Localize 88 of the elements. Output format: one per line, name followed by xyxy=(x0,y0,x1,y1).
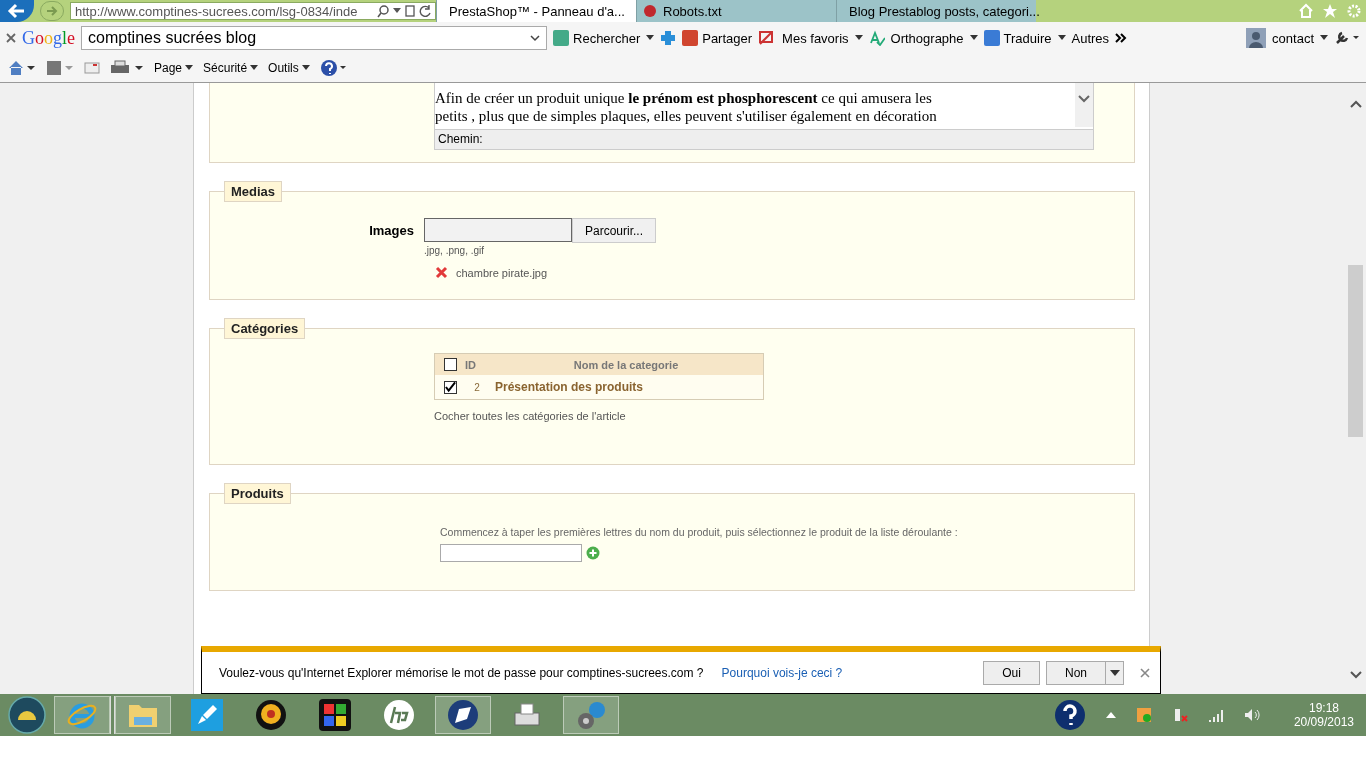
caret-icon[interactable] xyxy=(393,8,401,14)
field-label: Images xyxy=(368,222,414,240)
start-button[interactable] xyxy=(8,696,46,734)
category-checkbox[interactable] xyxy=(443,380,457,394)
column-header: Nom de la categorie xyxy=(572,358,680,371)
taskbar-app[interactable] xyxy=(435,696,491,734)
delete-icon[interactable] xyxy=(435,266,448,279)
help-text: Commencez à taper les premières lettres du nom du produit, puis sélectionnez le produit de la liste déroulante : xyxy=(440,526,959,538)
section-legend: Catégories xyxy=(224,318,306,339)
scroll-down-icon[interactable] xyxy=(1348,670,1363,680)
menu-button[interactable]: Outils xyxy=(268,61,299,75)
browser-tab[interactable]: PrestaShop™ - Panneau d'a... xyxy=(436,0,636,22)
no-button[interactable]: Non xyxy=(1046,660,1106,685)
section-legend: Produits xyxy=(224,483,291,504)
select-all-checkbox[interactable] xyxy=(443,358,457,371)
caret-icon[interactable] xyxy=(854,35,863,41)
path-bar: Chemin: xyxy=(435,129,1093,149)
chevron-down-icon[interactable] xyxy=(530,34,540,42)
add-icon[interactable] xyxy=(586,546,600,560)
spelling-button[interactable]: Orthographe xyxy=(890,30,964,46)
close-icon[interactable] xyxy=(1140,667,1150,678)
column-header: ID xyxy=(465,358,477,371)
chevrons-icon xyxy=(1115,33,1128,43)
caret-icon[interactable] xyxy=(1057,35,1066,41)
table-cell-text: 2 xyxy=(473,381,481,393)
arrow-right-icon xyxy=(45,4,59,18)
translate-button[interactable]: Traduire xyxy=(983,30,1052,46)
clock-time[interactable]: 19:18 xyxy=(1308,701,1339,715)
print-icon[interactable] xyxy=(110,60,144,76)
yes-button[interactable]: Oui xyxy=(983,660,1040,685)
notification-message: Voulez-vous qu'Internet Explorer mémorise le mot de passe pour comptines-sucrees.com ? xyxy=(219,665,704,680)
help-icon[interactable] xyxy=(1053,699,1086,731)
film-reel-icon xyxy=(575,699,607,731)
caret-icon[interactable] xyxy=(185,65,194,71)
browse-button[interactable]: Parcourir... xyxy=(572,218,657,243)
product-search-field[interactable] xyxy=(440,544,582,562)
signal-icon[interactable] xyxy=(1207,708,1224,722)
browser-tab[interactable]: Robots.txt xyxy=(636,0,836,22)
menu-button[interactable]: Sécurité xyxy=(203,61,248,75)
scroll-up-icon[interactable] xyxy=(1348,99,1363,109)
back-button[interactable] xyxy=(0,0,34,22)
dropdown-button[interactable] xyxy=(1106,660,1124,685)
google-logo: Google xyxy=(22,27,75,49)
scrollbar[interactable] xyxy=(1075,83,1093,127)
caret-icon[interactable] xyxy=(969,35,978,41)
home-icon[interactable] xyxy=(8,60,36,76)
search-field[interactable]: comptines sucrées blog xyxy=(81,26,547,50)
account-button[interactable]: contact xyxy=(1272,30,1314,46)
plus-icon[interactable] xyxy=(660,30,677,46)
help-text: Cocher toutes les catégories de l'article xyxy=(434,410,627,424)
search-icon[interactable] xyxy=(377,4,389,18)
help-icon[interactable] xyxy=(319,59,348,77)
favorites-button[interactable]: Mes favoris xyxy=(782,30,849,46)
share-button[interactable]: Partager xyxy=(682,30,753,46)
scroll-down-icon[interactable] xyxy=(1078,95,1090,103)
webcam-icon xyxy=(255,699,287,731)
editor-text[interactable]: petits , plus que de simples plaques, elles peuvent s'utiliser également en décoration xyxy=(435,107,1071,125)
avatar-icon[interactable] xyxy=(1246,28,1267,48)
star-icon[interactable] xyxy=(1322,3,1338,19)
table-cell-text: Présentation des produits xyxy=(494,380,644,394)
spellcheck-icon[interactable] xyxy=(868,30,885,46)
caret-icon xyxy=(1109,669,1120,676)
hp-logo xyxy=(383,699,415,731)
file-name: chambre pirate.jpg xyxy=(456,266,548,279)
scrollbar-thumb[interactable] xyxy=(1348,265,1363,437)
help-link[interactable]: Pourquoi vois-je ceci ? xyxy=(721,665,843,680)
caret-icon[interactable] xyxy=(250,65,259,71)
mail-icon[interactable] xyxy=(84,61,100,75)
caret-icon[interactable] xyxy=(1320,35,1328,41)
caret-icon[interactable] xyxy=(301,65,310,71)
wrench-icon[interactable] xyxy=(1334,30,1360,46)
clock-date[interactable]: 20/09/2013 xyxy=(1293,715,1354,729)
file-types-hint: .jpg, .png, .gif xyxy=(424,245,486,256)
more-button[interactable]: Autres xyxy=(1071,30,1110,46)
tray-expand-icon[interactable] xyxy=(1105,712,1116,718)
page-icon xyxy=(643,4,657,18)
search-button[interactable]: Rechercher xyxy=(553,30,641,46)
refresh-icon[interactable] xyxy=(419,5,431,17)
puzzle-icon xyxy=(319,699,351,731)
editor-text[interactable]: Afin de créer un produit unique le prénom est phosphorescent ce qui amusera les xyxy=(435,89,1071,107)
section-legend: Medias xyxy=(224,181,283,202)
pen-icon xyxy=(447,699,479,731)
caret-icon[interactable] xyxy=(646,35,655,41)
volume-icon[interactable] xyxy=(1243,708,1260,722)
menu-button[interactable]: Page xyxy=(154,61,183,75)
address-field[interactable]: http://www.comptines-sucrees.com/lsg-0834/inde xyxy=(70,2,436,20)
close-icon[interactable] xyxy=(6,33,16,43)
file-input[interactable] xyxy=(424,218,572,242)
